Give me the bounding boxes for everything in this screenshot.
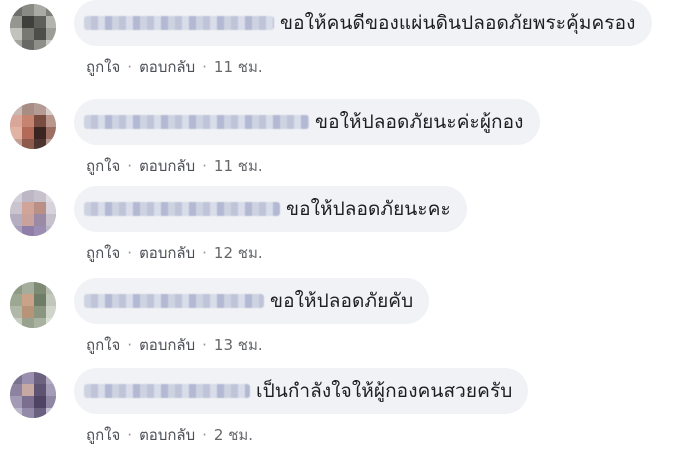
comment-text: ขอให้คนดีของแผ่นดินปลอดภัยพระคุ้มครอง xyxy=(280,12,636,34)
avatar[interactable] xyxy=(10,4,56,50)
comment-text: เป็นกำลังใจให้ผู้กองคนสวยครับ xyxy=(256,380,513,402)
comment-text: ขอให้ปลอดภัยนะคะ xyxy=(286,198,451,220)
like-link[interactable]: ถูกใจ xyxy=(86,58,120,76)
timestamp[interactable]: 11 ชม. xyxy=(214,58,263,76)
separator-dot: · xyxy=(202,426,207,444)
comment-text: ขอให้ปลอดภัยคับ xyxy=(270,290,414,312)
avatar[interactable] xyxy=(10,282,56,328)
separator-dot: · xyxy=(127,426,133,444)
comment-text: ขอให้ปลอดภัยนะค่ะผู้กอง xyxy=(315,111,524,133)
author-name-blurred[interactable] xyxy=(84,202,280,216)
comment-item: ขอให้ปลอดภัยนะค่ะผู้กอง ถูกใจ · ตอบกลับ · 11… xyxy=(0,99,699,189)
separator-dot: · xyxy=(202,157,207,175)
separator-dot: · xyxy=(202,336,207,354)
reply-link[interactable]: ตอบกลับ xyxy=(139,244,195,262)
timestamp[interactable]: 13 ชม. xyxy=(214,336,263,354)
separator-dot: · xyxy=(127,58,133,76)
comment-item: ขอให้ปลอดภัยคับ ถูกใจ · ตอบกลับ · 13 ชม. xyxy=(0,278,699,368)
like-link[interactable]: ถูกใจ xyxy=(86,426,120,444)
comment-bubble: ขอให้ปลอดภัยนะค่ะผู้กอง xyxy=(74,99,540,145)
timestamp[interactable]: 11 ชม. xyxy=(214,157,263,175)
avatar[interactable] xyxy=(10,372,56,418)
avatar[interactable] xyxy=(10,190,56,236)
comment-bubble: ขอให้ปลอดภัยคับ xyxy=(74,278,430,324)
timestamp[interactable]: 12 ชม. xyxy=(214,244,263,262)
like-link[interactable]: ถูกใจ xyxy=(86,336,120,354)
author-name-blurred[interactable] xyxy=(84,294,264,308)
comment-actions: ถูกใจ · ตอบกลับ · 11 ชม. xyxy=(86,55,263,79)
reply-link[interactable]: ตอบกลับ xyxy=(139,157,195,175)
comment-list: ขอให้คนดีของแผ่นดินปลอดภัยพระคุ้มครอง ถู… xyxy=(0,0,699,454)
comment-actions: ถูกใจ · ตอบกลับ · 11 ชม. xyxy=(86,154,263,178)
timestamp[interactable]: 2 ชม. xyxy=(214,426,253,444)
reply-link[interactable]: ตอบกลับ xyxy=(139,58,195,76)
separator-dot: · xyxy=(202,58,207,76)
author-name-blurred[interactable] xyxy=(84,16,274,30)
avatar[interactable] xyxy=(10,103,56,149)
reply-link[interactable]: ตอบกลับ xyxy=(139,336,195,354)
like-link[interactable]: ถูกใจ xyxy=(86,157,120,175)
comment-item: เป็นกำลังใจให้ผู้กองคนสวยครับ ถูกใจ · ตอบก… xyxy=(0,368,699,454)
comment-actions: ถูกใจ · ตอบกลับ · 2 ชม. xyxy=(86,423,253,447)
separator-dot: · xyxy=(127,157,133,175)
reply-link[interactable]: ตอบกลับ xyxy=(139,426,195,444)
author-name-blurred[interactable] xyxy=(84,115,309,129)
comment-actions: ถูกใจ · ตอบกลับ · 12 ชม. xyxy=(86,241,263,265)
comment-item: ขอให้ปลอดภัยนะคะ ถูกใจ · ตอบกลับ · 12 ชม. xyxy=(0,186,699,276)
comment-actions: ถูกใจ · ตอบกลับ · 13 ชม. xyxy=(86,333,263,357)
author-name-blurred[interactable] xyxy=(84,384,250,398)
comment-item: ขอให้คนดีของแผ่นดินปลอดภัยพระคุ้มครอง ถู… xyxy=(0,0,699,90)
comment-bubble: ขอให้คนดีของแผ่นดินปลอดภัยพระคุ้มครอง xyxy=(74,0,652,46)
comment-bubble: เป็นกำลังใจให้ผู้กองคนสวยครับ xyxy=(74,368,529,414)
separator-dot: · xyxy=(127,244,133,262)
like-link[interactable]: ถูกใจ xyxy=(86,244,120,262)
comment-bubble: ขอให้ปลอดภัยนะคะ xyxy=(74,186,467,232)
separator-dot: · xyxy=(202,244,207,262)
separator-dot: · xyxy=(127,336,133,354)
